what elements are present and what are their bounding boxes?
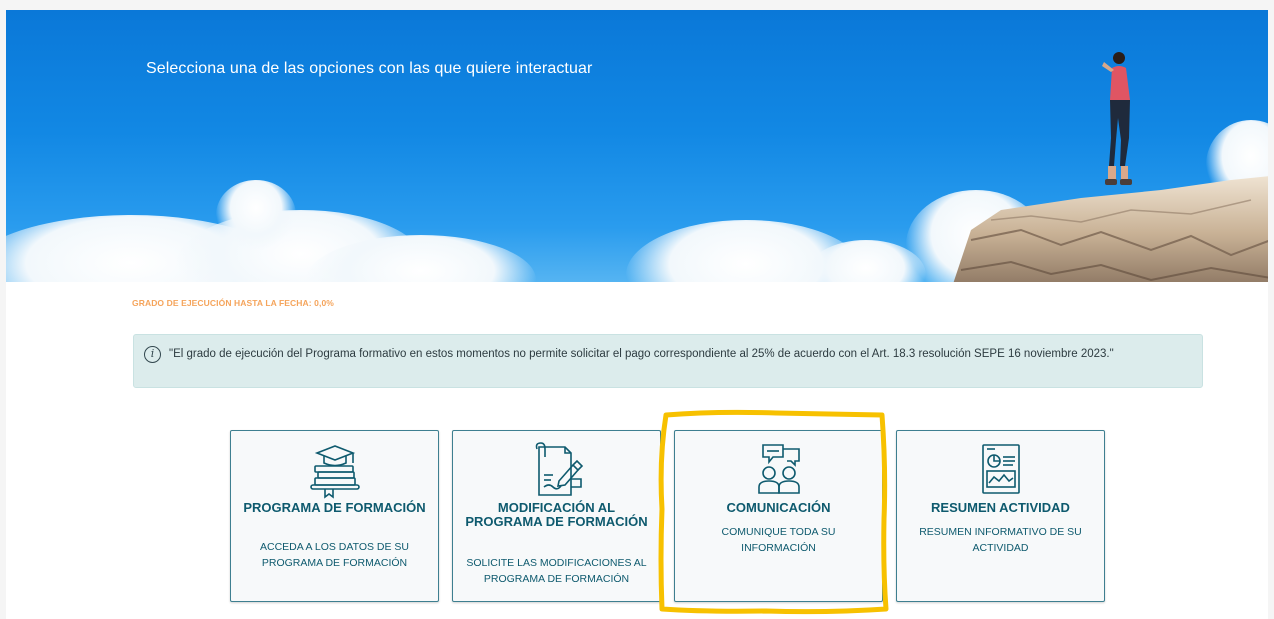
card-description: SOLICITE LAS MODIFICACIONES AL PROGRAMA … — [466, 557, 647, 585]
cloud — [216, 180, 296, 250]
people-chat-icon — [757, 444, 800, 494]
card-modificacion-programa[interactable]: MODIFICACIÓN AL PROGRAMA DE FORMACIÓN SO… — [452, 430, 661, 602]
card-comunicacion[interactable]: COMUNICACIÓN COMUNIQUE TODA SU INFORMACI… — [674, 430, 883, 602]
hero-banner: Selecciona una de las opciones con las q… — [6, 10, 1268, 282]
card-title: COMUNICACIÓN — [726, 500, 831, 515]
progress-label: GRADO DE EJECUCIÓN HASTA LA FECHA: 0,0% — [132, 298, 334, 308]
report-chart-icon — [981, 444, 1020, 494]
card-programa-formacion[interactable]: PROGRAMA DE FORMACIÓN ACCEDA A LOS DATOS… — [230, 430, 439, 602]
card-title: MODIFICACIÓN AL PROGRAMA DE FORMACIÓN — [465, 500, 648, 529]
document-signature-icon — [535, 442, 583, 496]
hero-title: Selecciona una de las opciones con las q… — [146, 60, 593, 77]
card-resumen-actividad[interactable]: RESUMEN ACTIVIDAD RESUMEN INFORMATIVO DE… — [896, 430, 1105, 602]
card-description: RESUMEN INFORMATIVO DE SU ACTIVIDAD — [919, 526, 1082, 554]
info-icon: i — [144, 346, 161, 363]
card-description: COMUNIQUE TODA SU INFORMACIÓN — [721, 526, 836, 554]
card-description: ACCEDA A LOS DATOS DE SU PROGRAMA DE FOR… — [260, 541, 409, 569]
card-title: PROGRAMA DE FORMACIÓN — [243, 500, 426, 515]
hiker-person-image — [1102, 52, 1132, 185]
alert-text: "El grado de ejecución del Programa form… — [169, 348, 1114, 360]
page: Selecciona una de las opciones con las q… — [0, 0, 1274, 619]
graduation-books-icon — [309, 445, 360, 499]
card-title: RESUMEN ACTIVIDAD — [931, 500, 1070, 515]
info-alert: i "El grado de ejecución del Programa fo… — [133, 334, 1203, 388]
